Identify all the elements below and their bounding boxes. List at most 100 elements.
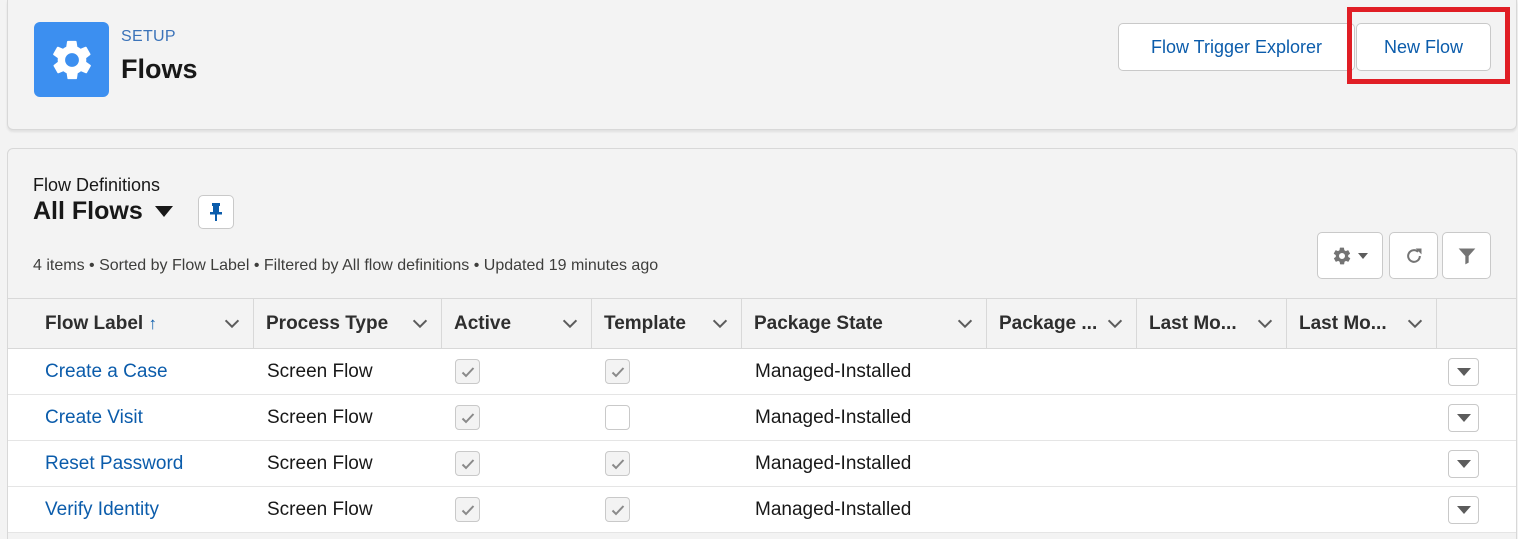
cell-process-type: Screen Flow — [267, 349, 442, 394]
column-label: Active — [454, 312, 512, 334]
column-header-flow-label[interactable]: Flow Label ↑ — [8, 299, 254, 348]
column-label: Process Type — [266, 312, 389, 334]
cell-template — [605, 395, 665, 440]
gear-icon — [34, 22, 109, 97]
checkmark-icon — [461, 458, 474, 469]
process-type-text: Screen Flow — [267, 360, 373, 382]
row-actions-button[interactable] — [1448, 496, 1479, 524]
caret-down-icon — [154, 206, 173, 217]
active-checkbox — [455, 451, 480, 476]
refresh-icon — [1406, 248, 1421, 263]
table-row: Create Visit Screen Flow Managed-Installed — [8, 395, 1516, 441]
column-header-last-modified-2[interactable]: Last Mo... — [1287, 299, 1437, 348]
checkmark-icon — [461, 412, 474, 423]
column-label: Last Mo... — [1149, 312, 1237, 334]
checkmark-icon — [461, 504, 474, 515]
checkmark-icon — [611, 366, 624, 377]
package-state-text: Managed-Installed — [755, 498, 912, 520]
new-flow-button[interactable]: New Flow — [1356, 23, 1491, 71]
column-label: Template — [604, 312, 687, 334]
package-state-text: Managed-Installed — [755, 452, 912, 474]
template-checkbox — [605, 497, 630, 522]
list-title: All Flows — [33, 197, 143, 225]
caret-down-icon — [1456, 368, 1471, 376]
cell-flow-label: Reset Password — [45, 441, 250, 486]
column-label: Package ... — [999, 312, 1098, 334]
cell-template — [605, 487, 665, 532]
chevron-down-icon[interactable] — [559, 313, 581, 335]
column-header-template[interactable]: Template — [592, 299, 742, 348]
page-title: Flows — [121, 54, 198, 84]
list-eyebrow: Flow Definitions — [33, 175, 161, 195]
pin-icon — [210, 203, 222, 221]
page-header: SETUP Flows Flow Trigger Explorer New Fl… — [7, 0, 1517, 130]
chevron-down-icon[interactable] — [221, 313, 243, 335]
process-type-text: Screen Flow — [267, 452, 373, 474]
table-row: Reset Password Screen Flow Managed-Install… — [8, 441, 1516, 487]
setup-eyebrow: SETUP — [121, 28, 176, 45]
table-body: Create a Case Screen Flow Managed-Installe… — [8, 349, 1516, 533]
package-state-text: Managed-Installed — [755, 406, 912, 428]
cell-active — [455, 487, 515, 532]
cell-process-type: Screen Flow — [267, 441, 442, 486]
chevron-down-icon[interactable] — [1404, 313, 1426, 335]
cell-package-state: Managed-Installed — [755, 395, 985, 440]
column-label: Flow Label — [45, 312, 144, 334]
cell-package-state: Managed-Installed — [755, 349, 985, 394]
checkmark-icon — [611, 504, 624, 515]
column-header-last-modified-1[interactable]: Last Mo... — [1137, 299, 1287, 348]
chevron-down-icon[interactable] — [1254, 313, 1276, 335]
flow-label-link[interactable]: Create a Case — [45, 361, 168, 383]
chevron-down-icon[interactable] — [954, 313, 976, 335]
caret-down-icon — [1456, 506, 1471, 514]
active-checkbox — [455, 359, 480, 384]
table-row: Verify Identity Screen Flow Managed-Instal… — [8, 487, 1516, 533]
filter-button[interactable] — [1442, 232, 1491, 279]
cell-flow-label: Create Visit — [45, 395, 250, 440]
cell-template — [605, 349, 665, 394]
active-checkbox — [455, 405, 480, 430]
column-header-active[interactable]: Active — [442, 299, 592, 348]
package-state-text: Managed-Installed — [755, 360, 912, 382]
row-actions-button[interactable] — [1448, 450, 1479, 478]
column-header-package[interactable]: Package ... — [987, 299, 1137, 348]
process-type-text: Screen Flow — [267, 406, 373, 428]
checkmark-icon — [461, 366, 474, 377]
cell-process-type: Screen Flow — [267, 487, 442, 532]
flow-label-link[interactable]: Verify Identity — [45, 499, 159, 521]
list-settings-button[interactable] — [1317, 232, 1383, 279]
chevron-down-icon[interactable] — [709, 313, 731, 335]
table-row: Create a Case Screen Flow Managed-Installe… — [8, 349, 1516, 395]
caret-down-icon — [1358, 252, 1368, 259]
list-meta-info: 4 items • Sorted by Flow Label • Filtere… — [33, 257, 659, 274]
caret-down-icon — [1456, 414, 1471, 422]
template-checkbox — [605, 451, 630, 476]
caret-down-icon — [1456, 460, 1471, 468]
cell-package-state: Managed-Installed — [755, 487, 985, 532]
pin-list-button[interactable] — [198, 195, 234, 229]
flow-list-view: Flow Definitions All Flows 4 items • Sor… — [7, 148, 1517, 539]
flow-label-link[interactable]: Reset Password — [45, 453, 183, 475]
filter-icon — [1458, 248, 1475, 264]
chevron-down-icon[interactable] — [409, 313, 431, 335]
cell-active — [455, 395, 515, 440]
gear-icon — [1333, 247, 1351, 264]
chevron-down-icon[interactable] — [1104, 313, 1126, 335]
sort-ascending-icon: ↑ — [148, 313, 157, 333]
refresh-button[interactable] — [1389, 232, 1438, 279]
table-header: Flow Label ↑ Process Type Active Templat… — [8, 298, 1516, 349]
cell-active — [455, 349, 515, 394]
template-checkbox — [605, 405, 630, 430]
active-checkbox — [455, 497, 480, 522]
flow-label-link[interactable]: Create Visit — [45, 407, 143, 429]
flow-trigger-explorer-button[interactable]: Flow Trigger Explorer — [1118, 23, 1355, 71]
column-label: Package State — [754, 312, 883, 334]
cell-flow-label: Create a Case — [45, 349, 250, 394]
row-actions-button[interactable] — [1448, 358, 1479, 386]
row-actions-button[interactable] — [1448, 404, 1479, 432]
column-header-package-state[interactable]: Package State — [742, 299, 987, 348]
list-view-selector[interactable]: All Flows — [33, 197, 173, 226]
cell-package-state: Managed-Installed — [755, 441, 985, 486]
checkmark-icon — [611, 458, 624, 469]
column-header-process-type[interactable]: Process Type — [254, 299, 442, 348]
